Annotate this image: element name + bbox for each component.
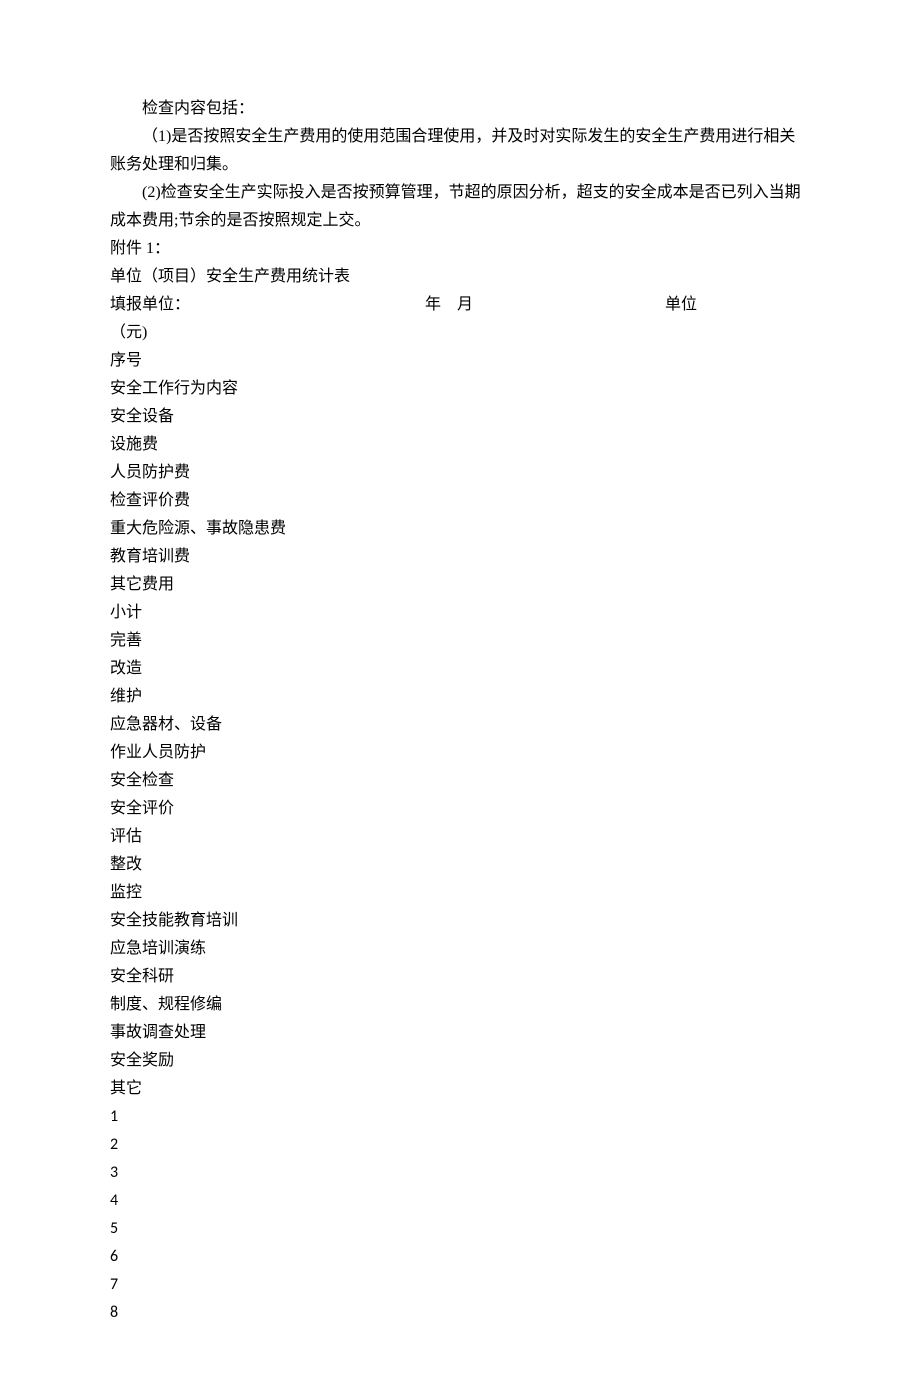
row-number: 8 [110,1299,810,1327]
row-number: 6 [110,1243,810,1271]
row-number: 2 [110,1131,810,1159]
header-item: 维护 [110,683,810,711]
header-item: 安全评价 [110,795,810,823]
table-title: 单位（项目）安全生产费用统计表 [110,263,810,291]
header-item: 小计 [110,599,810,627]
header-item: 安全工作行为内容 [110,375,810,403]
header-item: 安全设备 [110,403,810,431]
header-item: 事故调查处理 [110,1019,810,1047]
header-item: 教育培训费 [110,543,810,571]
header-item: 完善 [110,627,810,655]
header-item: 序号 [110,347,810,375]
form-month-label: 月 [457,296,473,313]
row-number: 1 [110,1103,810,1131]
header-item: 人员防护费 [110,459,810,487]
form-yuan-label: （元) [110,319,810,347]
header-item: 制度、规程修编 [110,991,810,1019]
header-item: 监控 [110,879,810,907]
row-number: 3 [110,1159,810,1187]
form-currency-unit-label: 单位 [665,291,697,319]
header-item: 检查评价费 [110,487,810,515]
header-item: 应急培训演练 [110,935,810,963]
form-year-label: 年 [425,296,441,313]
header-item: 安全检查 [110,767,810,795]
header-item: 重大危险源、事故隐患费 [110,515,810,543]
row-number: 5 [110,1215,810,1243]
header-item: 改造 [110,655,810,683]
header-item: 应急器材、设备 [110,711,810,739]
header-item: 评估 [110,823,810,851]
form-header-row: 填报单位： 年 月 单位 [110,291,810,319]
header-item: 安全科研 [110,963,810,991]
header-item: 设施费 [110,431,810,459]
paragraph-item-1: （1)是否按照安全生产费用的使用范围合理使用，并及时对实际发生的安全生产费用进行… [110,123,810,179]
paragraph-item-2: (2)检查安全生产实际投入是否按预算管理，节超的原因分析，超支的安全成本是否已列… [110,179,810,235]
header-item: 安全技能教育培训 [110,907,810,935]
header-item: 整改 [110,851,810,879]
form-unit-label: 填报单位： [110,291,190,319]
row-number: 4 [110,1187,810,1215]
paragraph-intro: 检查内容包括： [110,95,810,123]
header-item: 其它费用 [110,571,810,599]
header-item: 其它 [110,1075,810,1103]
form-date-year-month: 年 月 [425,291,473,319]
attachment-label: 附件 1： [110,235,810,263]
header-item: 作业人员防护 [110,739,810,767]
header-item: 安全奖励 [110,1047,810,1075]
row-number: 7 [110,1271,810,1299]
